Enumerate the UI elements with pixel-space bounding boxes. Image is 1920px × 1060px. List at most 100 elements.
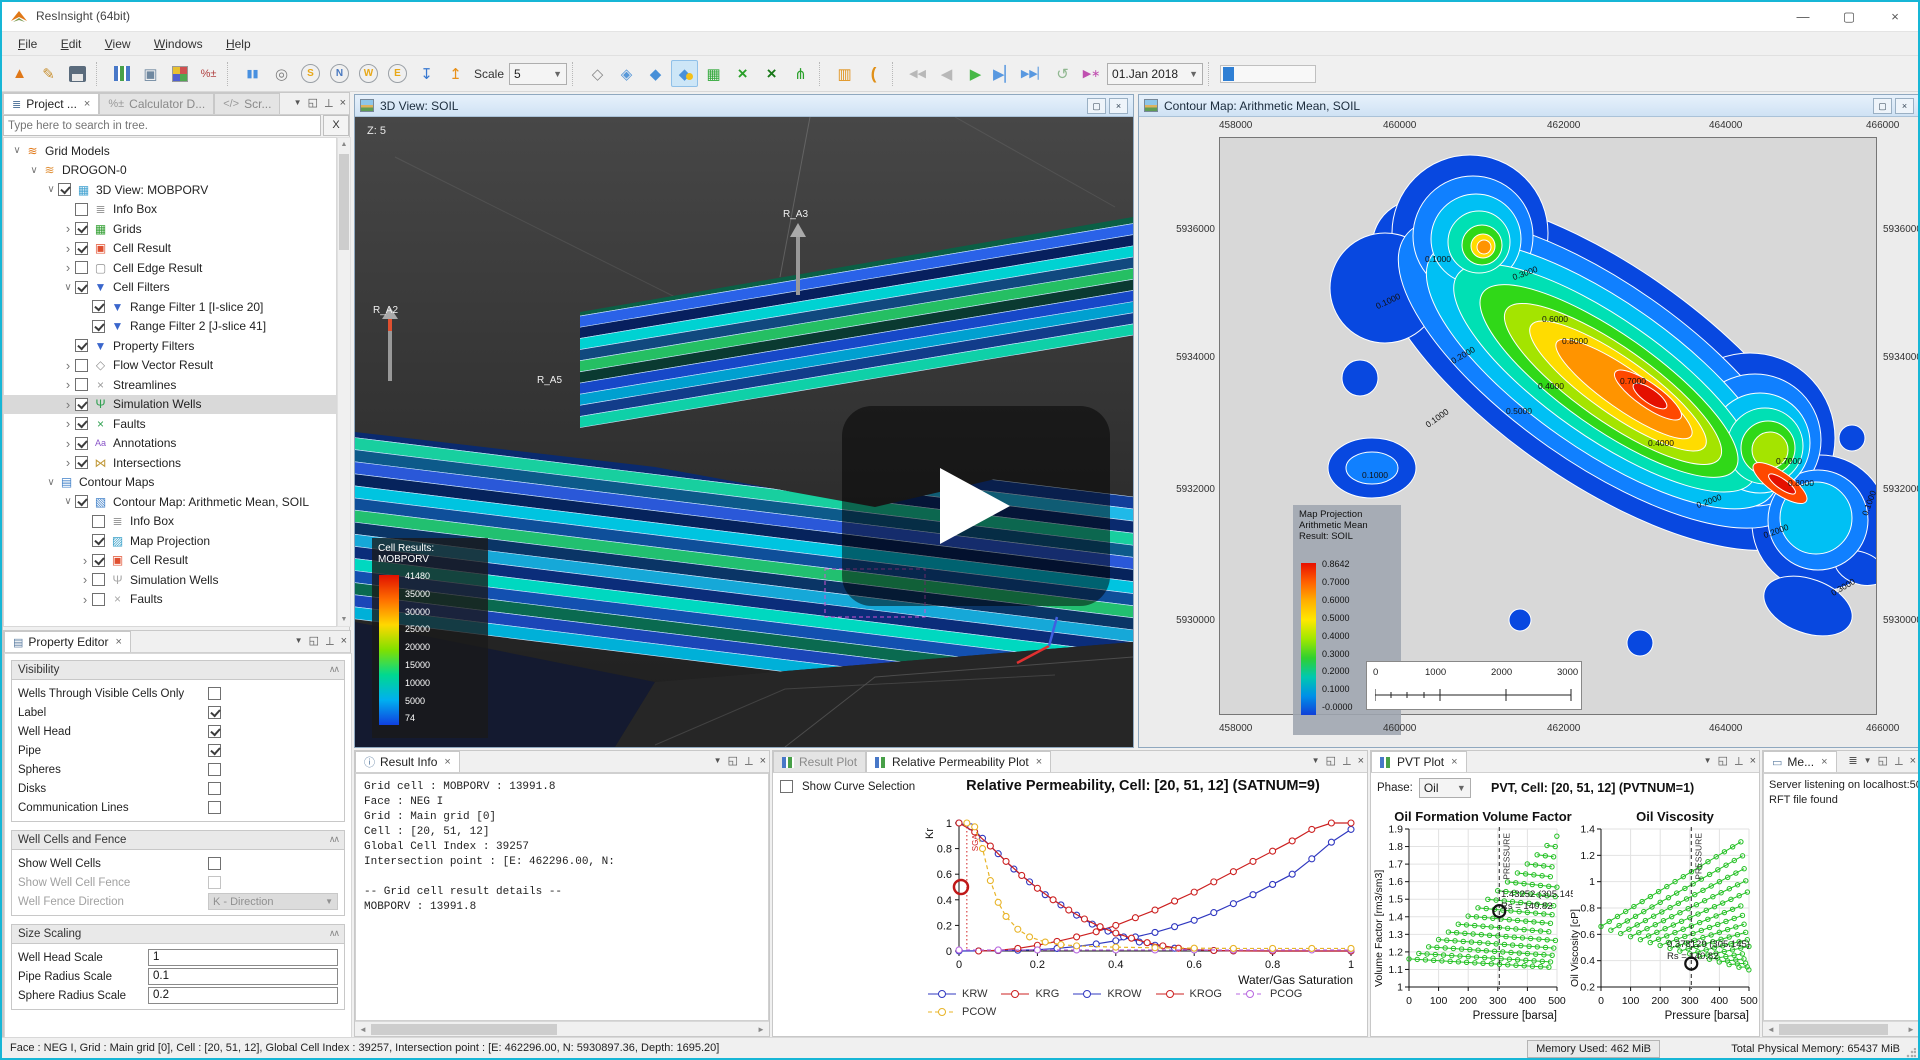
tree-checkbox[interactable] <box>75 398 88 411</box>
restore-icon[interactable]: ▢ <box>1087 98 1106 114</box>
show-faults-icon[interactable]: × <box>729 60 756 87</box>
tree-checkbox[interactable] <box>75 437 88 450</box>
tree-item-cell-filters[interactable]: ∨▼Cell Filters <box>4 278 336 298</box>
tree-item-cell-result[interactable]: ›▣Cell Result <box>4 551 336 571</box>
tree-item-cell-edge-result[interactable]: ›▢Cell Edge Result <box>4 258 336 278</box>
contour-map-view[interactable]: 0.10000.10000.30000.20000.60000.80000.70… <box>1139 117 1919 747</box>
messages-hscrollbar[interactable]: ◄ ► <box>1763 1021 1919 1036</box>
expand-open-icon[interactable]: ∨ <box>44 477 58 488</box>
prop-checkbox[interactable] <box>208 801 221 814</box>
contour-title-bar[interactable]: Contour Map: Arithmetic Mean, SOIL ▢× <box>1139 95 1919 117</box>
close-icon[interactable]: × <box>341 635 347 647</box>
timestep-select[interactable]: 01.Jan 2018▼ <box>1107 63 1203 85</box>
tab-scripts[interactable]: </>Scr... <box>214 93 280 114</box>
summary-case-icon[interactable] <box>166 60 193 87</box>
float-icon[interactable]: ◱ <box>728 754 738 767</box>
tree-checkbox[interactable] <box>75 281 88 294</box>
float-icon[interactable]: ◱ <box>308 96 318 109</box>
legend-item-pcow[interactable]: PCOW <box>928 1006 996 1018</box>
tree-item-streamlines[interactable]: ›×Streamlines <box>4 375 336 395</box>
prop-checkbox[interactable] <box>208 725 221 738</box>
tab-list-icon[interactable]: ▼ <box>714 756 722 765</box>
tree-checkbox[interactable] <box>75 339 88 352</box>
prop-checkbox[interactable] <box>208 706 221 719</box>
expand-closed-icon[interactable]: › <box>61 221 75 236</box>
tree-item-grid-models[interactable]: ∨≋Grid Models <box>4 141 336 161</box>
resize-grip[interactable] <box>1906 1048 1916 1058</box>
close-icon[interactable]: × <box>1895 98 1914 114</box>
menu-file[interactable]: File <box>8 35 47 53</box>
collapse-icon[interactable]: ∧∧ <box>329 664 338 676</box>
anim-repeat-icon[interactable]: ↺ <box>1049 60 1076 87</box>
tree-item-map-projection[interactable]: ▨Map Projection <box>4 531 336 551</box>
fault-labels-icon[interactable]: × <box>758 60 785 87</box>
snapshot-to-clipboard-icon[interactable]: ↥ <box>442 60 469 87</box>
tree-item-intersections[interactable]: ›⋈Intersections <box>4 453 336 473</box>
menu-windows[interactable]: Windows <box>144 35 213 53</box>
tab-result-plot[interactable]: Result Plot <box>773 751 866 772</box>
well-disks-icon[interactable]: ⋔ <box>787 60 814 87</box>
scale-select[interactable]: 5▼ <box>509 63 567 85</box>
measure-polyline-icon[interactable]: ( <box>860 60 887 87</box>
tree-checkbox[interactable] <box>92 300 105 313</box>
scroll-up-icon[interactable]: ▲ <box>338 138 350 151</box>
tab-property-editor[interactable]: ▤Property Editor× <box>4 631 131 652</box>
tree-item-contour-map-arithmetic-mean-soil[interactable]: ∨▧Contour Map: Arithmetic Mean, SOIL <box>4 492 336 512</box>
tree-checkbox[interactable] <box>75 242 88 255</box>
anim-settings-icon[interactable]: ▶∗ <box>1078 60 1105 87</box>
menu-edit[interactable]: Edit <box>51 35 92 53</box>
tree-checkbox[interactable] <box>92 534 105 547</box>
result-info-text[interactable]: Grid cell : MOBPORV : 13991.8 Face : NEG… <box>355 773 769 1021</box>
scroll-left-icon[interactable]: ◄ <box>1764 1023 1778 1036</box>
scroll-right-icon[interactable]: ► <box>754 1023 768 1036</box>
tree-checkbox[interactable] <box>75 261 88 274</box>
scroll-down-icon[interactable]: ▼ <box>338 613 350 626</box>
pin-icon[interactable]: ⊤ <box>744 754 754 767</box>
tree-item-grids[interactable]: ›▦Grids <box>4 219 336 239</box>
tab-calculator[interactable]: %±Calculator D... <box>99 93 214 114</box>
draw-style-lines-solid-icon[interactable]: ◈ <box>613 60 640 87</box>
draw-style-surface-icon[interactable]: ◆ <box>642 60 669 87</box>
tree-checkbox[interactable] <box>75 456 88 469</box>
scroll-right-icon[interactable]: ► <box>1904 1023 1918 1036</box>
expand-closed-icon[interactable]: › <box>61 397 75 412</box>
view-west-icon[interactable]: W <box>355 60 382 87</box>
prop-checkbox[interactable] <box>208 876 221 889</box>
legend-item-krg[interactable]: KRG <box>1001 988 1059 1000</box>
collapse-icon[interactable]: ∧∧ <box>329 928 338 940</box>
pin-icon[interactable]: ⊤ <box>1894 754 1904 767</box>
tree-checkbox[interactable] <box>58 183 71 196</box>
draw-style-surface-mesh-icon[interactable]: ◆ <box>671 60 698 87</box>
prop-checkbox[interactable] <box>208 857 221 870</box>
messages-text[interactable]: Server listening on localhost:50051 RFT … <box>1763 773 1919 1021</box>
view3d-viewport[interactable]: Z: 5 R_A2 R_A5 R_A3 Cell Results: MOBPOR… <box>355 117 1133 747</box>
close-icon[interactable]: × <box>340 97 346 109</box>
split-view-icon[interactable]: ▮▮ <box>239 60 266 87</box>
plot-manager-icon[interactable]: ▣ <box>137 60 164 87</box>
expand-closed-icon[interactable]: › <box>78 592 92 607</box>
anim-skip-to-start-icon[interactable]: ◀◀ <box>904 60 931 87</box>
expand-closed-icon[interactable]: › <box>61 377 75 392</box>
tree-item-info-box[interactable]: ≣Info Box <box>4 512 336 532</box>
tree-checkbox[interactable] <box>75 203 88 216</box>
expand-open-icon[interactable]: ∨ <box>61 282 75 293</box>
close-icon[interactable]: × <box>1358 755 1364 767</box>
tree-checkbox[interactable] <box>92 573 105 586</box>
expand-closed-icon[interactable]: › <box>61 416 75 431</box>
tree-item-faults[interactable]: ›×Faults <box>4 414 336 434</box>
close-icon[interactable]: × <box>760 755 766 767</box>
pin-icon[interactable]: ⊤ <box>325 634 335 647</box>
expand-open-icon[interactable]: ∨ <box>27 165 41 176</box>
anim-skip-to-end-icon[interactable]: ▶▶▏ <box>1020 60 1047 87</box>
tree-checkbox[interactable] <box>75 495 88 508</box>
tree-search-input[interactable] <box>3 115 321 136</box>
float-icon[interactable]: ◱ <box>1718 754 1728 767</box>
new-plot-window-icon[interactable] <box>108 60 135 87</box>
tree-item-info-box[interactable]: ≣Info Box <box>4 200 336 220</box>
timestep-slider[interactable] <box>1220 65 1316 83</box>
tree-checkbox[interactable] <box>75 359 88 372</box>
prop-checkbox[interactable] <box>208 763 221 776</box>
close-icon[interactable]: × <box>1821 756 1827 768</box>
tree-checkbox[interactable] <box>92 554 105 567</box>
tree-item-drogon-0[interactable]: ∨≋DROGON-0 <box>4 161 336 181</box>
